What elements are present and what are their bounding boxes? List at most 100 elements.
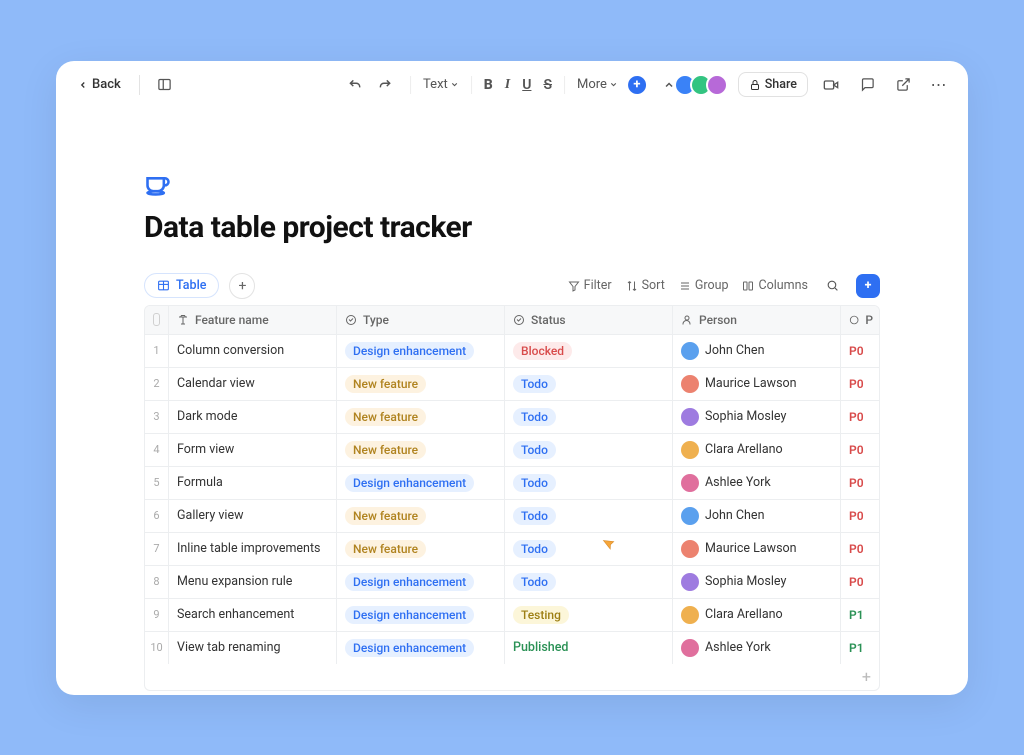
cell-type[interactable]: New feature bbox=[337, 401, 505, 433]
row-number: 8 bbox=[145, 566, 169, 598]
cell-priority[interactable]: P0 bbox=[841, 500, 880, 532]
table-row[interactable]: 5FormulaDesign enhancementTodoAshlee Yor… bbox=[145, 467, 879, 500]
cell-status[interactable]: Todo bbox=[505, 467, 673, 499]
table-row[interactable]: 4Form viewNew featureTodoClara ArellanoP… bbox=[145, 434, 879, 467]
cell-person[interactable]: Maurice Lawson bbox=[673, 533, 841, 565]
sort-button[interactable]: Sort bbox=[626, 278, 665, 293]
cell-status[interactable]: Todo bbox=[505, 368, 673, 400]
cell-type[interactable]: New feature bbox=[337, 533, 505, 565]
cell-priority[interactable]: P0 bbox=[841, 335, 880, 367]
comment-button[interactable] bbox=[854, 72, 880, 98]
cell-person[interactable]: John Chen bbox=[673, 335, 841, 367]
undo-button[interactable] bbox=[342, 72, 368, 98]
cell-feature[interactable]: Menu expansion rule bbox=[169, 566, 337, 598]
cell-priority[interactable]: P0 bbox=[841, 467, 880, 499]
cell-person[interactable]: Sophia Mosley bbox=[673, 401, 841, 433]
cell-type[interactable]: Design enhancement bbox=[337, 335, 505, 367]
cell-priority[interactable]: P1 bbox=[841, 632, 880, 664]
cell-feature[interactable]: Gallery view bbox=[169, 500, 337, 532]
cell-status[interactable]: Todo bbox=[505, 533, 673, 565]
insert-button[interactable]: + bbox=[628, 76, 646, 94]
cell-type[interactable]: New feature bbox=[337, 500, 505, 532]
columns-button[interactable]: Columns bbox=[742, 278, 808, 293]
view-tab-table[interactable]: Table bbox=[144, 273, 219, 298]
cell-person[interactable]: John Chen bbox=[673, 500, 841, 532]
cell-status[interactable]: Todo bbox=[505, 434, 673, 466]
page-title[interactable]: Data table project tracker bbox=[144, 210, 880, 245]
cell-feature[interactable]: Inline table improvements bbox=[169, 533, 337, 565]
cell-person[interactable]: Maurice Lawson bbox=[673, 368, 841, 400]
type-pill: Design enhancement bbox=[345, 573, 474, 591]
cell-person[interactable]: Clara Arellano bbox=[673, 599, 841, 631]
group-button[interactable]: Group bbox=[679, 278, 729, 293]
cell-feature[interactable]: Search enhancement bbox=[169, 599, 337, 631]
cell-priority[interactable]: P0 bbox=[841, 533, 880, 565]
cell-feature[interactable]: Calendar view bbox=[169, 368, 337, 400]
cell-status[interactable]: Todo bbox=[505, 401, 673, 433]
cell-person[interactable]: Sophia Mosley bbox=[673, 566, 841, 598]
cell-status[interactable]: Published bbox=[505, 632, 673, 664]
more-format-dropdown[interactable]: More bbox=[577, 77, 618, 92]
cell-priority[interactable]: P0 bbox=[841, 368, 880, 400]
cell-type[interactable]: New feature bbox=[337, 434, 505, 466]
table-row[interactable]: 7Inline table improvementsNew featureTod… bbox=[145, 533, 879, 566]
cell-status[interactable]: Blocked bbox=[505, 335, 673, 367]
cell-feature[interactable]: Dark mode bbox=[169, 401, 337, 433]
add-button[interactable]: + bbox=[856, 274, 880, 298]
strike-button[interactable]: S bbox=[543, 77, 552, 93]
collapse-button[interactable] bbox=[656, 72, 682, 98]
cell-feature[interactable]: Formula bbox=[169, 467, 337, 499]
table-row[interactable]: 10View tab renamingDesign enhancementPub… bbox=[145, 632, 879, 664]
cell-feature[interactable]: View tab renaming bbox=[169, 632, 337, 664]
table-row[interactable]: 2Calendar viewNew featureTodoMaurice Law… bbox=[145, 368, 879, 401]
type-pill: New feature bbox=[345, 408, 426, 426]
cell-type[interactable]: Design enhancement bbox=[337, 599, 505, 631]
column-header-feature[interactable]: Feature name bbox=[169, 306, 337, 334]
add-view-button[interactable]: + bbox=[229, 273, 255, 299]
cell-person[interactable]: Ashlee York bbox=[673, 632, 841, 664]
cell-person[interactable]: Clara Arellano bbox=[673, 434, 841, 466]
cell-person[interactable]: Ashlee York bbox=[673, 467, 841, 499]
cell-type[interactable]: Design enhancement bbox=[337, 632, 505, 664]
cell-priority[interactable]: P1 bbox=[841, 599, 880, 631]
underline-button[interactable]: U bbox=[522, 77, 531, 93]
cell-priority[interactable]: P0 bbox=[841, 434, 880, 466]
cell-status[interactable]: Testing bbox=[505, 599, 673, 631]
open-external-button[interactable] bbox=[890, 72, 916, 98]
add-row-button[interactable]: + bbox=[145, 664, 879, 690]
italic-button[interactable]: I bbox=[505, 77, 510, 93]
page-emoji[interactable] bbox=[144, 169, 880, 204]
table-row[interactable]: 8Menu expansion rule Design enhancement To… bbox=[145, 566, 879, 599]
bold-button[interactable]: B bbox=[484, 77, 493, 93]
video-call-button[interactable] bbox=[818, 72, 844, 98]
table-row[interactable]: 9Search enhancementDesign enhancementTes… bbox=[145, 599, 879, 632]
cell-type[interactable]: Design enhancement bbox=[337, 566, 505, 598]
person-avatar bbox=[681, 606, 699, 624]
cell-status[interactable]: Todo bbox=[505, 500, 673, 532]
back-button[interactable]: Back bbox=[72, 73, 127, 96]
select-all-cell[interactable] bbox=[145, 306, 169, 334]
column-header-person[interactable]: Person bbox=[673, 306, 841, 334]
panel-toggle-button[interactable] bbox=[152, 72, 178, 98]
filter-button[interactable]: Filter bbox=[568, 278, 612, 293]
cell-feature[interactable]: Form view bbox=[169, 434, 337, 466]
cell-feature[interactable]: Column conversion bbox=[169, 335, 337, 367]
cell-type[interactable]: New feature bbox=[337, 368, 505, 400]
share-button[interactable]: Share bbox=[738, 72, 808, 97]
column-header-status[interactable]: Status bbox=[505, 306, 673, 334]
person-name: Sophia Mosley bbox=[705, 574, 786, 589]
cell-status[interactable]: Todo bbox=[505, 566, 673, 598]
column-header-type[interactable]: Type bbox=[337, 306, 505, 334]
cell-priority[interactable]: P0 bbox=[841, 401, 880, 433]
table-row[interactable]: 3Dark modeNew featureTodoSophia MosleyP0 bbox=[145, 401, 879, 434]
column-header-priority[interactable]: P bbox=[841, 306, 880, 334]
text-style-dropdown[interactable]: Text bbox=[423, 77, 459, 92]
search-button[interactable] bbox=[822, 276, 842, 296]
table-row[interactable]: 6Gallery viewNew featureTodoJohn ChenP0 bbox=[145, 500, 879, 533]
cell-type[interactable]: Design enhancement bbox=[337, 467, 505, 499]
more-menu-button[interactable]: ⋯ bbox=[926, 72, 952, 98]
redo-button[interactable] bbox=[372, 72, 398, 98]
table-row[interactable]: 1Column conversionDesign enhancementBloc… bbox=[145, 335, 879, 368]
chevron-up-icon bbox=[663, 79, 675, 91]
cell-priority[interactable]: P0 bbox=[841, 566, 880, 598]
